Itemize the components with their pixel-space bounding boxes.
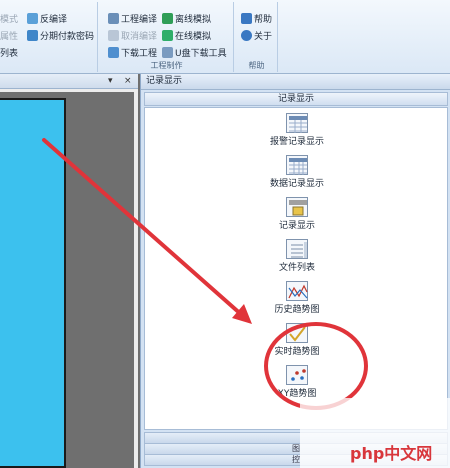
history-trend-icon bbox=[286, 281, 308, 301]
watermark-logo: php中文网 bbox=[350, 444, 433, 463]
password-icon bbox=[27, 30, 38, 41]
online-simulation-button[interactable]: 在线模拟 bbox=[162, 29, 211, 42]
offline-simulation-button[interactable]: 离线模拟 bbox=[162, 12, 211, 25]
realtime-trend-icon bbox=[286, 323, 308, 343]
mode-label: 模式 bbox=[0, 15, 19, 25]
close-icon[interactable]: × bbox=[124, 76, 132, 86]
data-record-label: 数据记录显示 bbox=[269, 179, 324, 189]
download-icon bbox=[108, 47, 119, 58]
editor-panel: ▾ × bbox=[0, 74, 138, 468]
tool-xy-trend[interactable]: XY趋势图 bbox=[145, 365, 449, 399]
list-button[interactable]: 列表 bbox=[0, 46, 18, 59]
editor-titlebar: ▾ × bbox=[0, 74, 138, 89]
history-trend-label: 历史趋势图 bbox=[274, 305, 320, 315]
toolbox-title: 记录显示 bbox=[141, 74, 450, 90]
compile-project-label: 工程编译 bbox=[121, 15, 158, 25]
ribbon-toolbar: 模式 反编译 属性 分期付款密码 列表 工程编译 离线模拟 取消编译 在线模拟 … bbox=[0, 0, 450, 74]
about-label: 关于 bbox=[254, 32, 273, 42]
screen-preview[interactable] bbox=[0, 98, 66, 468]
usb-icon bbox=[162, 47, 173, 58]
about-button[interactable]: 关于 bbox=[241, 29, 272, 42]
installment-password-button[interactable]: 分期付款密码 bbox=[27, 29, 94, 42]
xy-trend-icon bbox=[286, 365, 308, 385]
compile-project-button[interactable]: 工程编译 bbox=[108, 12, 157, 25]
record-display-icon bbox=[286, 197, 308, 217]
help-group-label: 帮助 bbox=[248, 61, 265, 70]
record-display-label: 记录显示 bbox=[278, 221, 315, 231]
usb-download-tool-label: U盘下载工具 bbox=[175, 49, 227, 59]
properties-button[interactable]: 属性 bbox=[0, 29, 18, 42]
cancel-compile-button[interactable]: 取消编译 bbox=[108, 29, 157, 42]
data-record-icon bbox=[286, 155, 308, 175]
ribbon-group-edit: 模式 反编译 属性 分期付款密码 列表 bbox=[0, 2, 98, 72]
help-button[interactable]: 帮助 bbox=[241, 12, 272, 25]
decompile-label: 反编译 bbox=[40, 15, 68, 25]
download-project-button[interactable]: 下载工程 bbox=[108, 46, 157, 59]
download-project-label: 下载工程 bbox=[121, 49, 158, 59]
alarm-record-label: 报警记录显示 bbox=[269, 137, 324, 147]
record-tool-list: 报警记录显示 数据记录显示 记录显示 文件列表 历史趋势图 实时趋势图 XY趋势… bbox=[144, 107, 448, 430]
cancel-compile-label: 取消编译 bbox=[121, 32, 158, 42]
usb-download-tool-button[interactable]: U盘下载工具 bbox=[162, 46, 227, 59]
help-label: 帮助 bbox=[254, 15, 273, 25]
tool-alarm-record[interactable]: 报警记录显示 bbox=[145, 113, 449, 147]
tool-history-trend[interactable]: 历史趋势图 bbox=[145, 281, 449, 315]
ribbon-group-project: 工程编译 离线模拟 取消编译 在线模拟 下载工程 U盘下载工具 工程制作 bbox=[100, 2, 234, 72]
file-list-label: 文件列表 bbox=[278, 263, 315, 273]
file-list-icon bbox=[286, 239, 308, 259]
offline-simulation-label: 离线模拟 bbox=[175, 15, 212, 25]
tool-data-record[interactable]: 数据记录显示 bbox=[145, 155, 449, 189]
online-sim-icon bbox=[162, 30, 173, 41]
ribbon-group-help: 帮助 关于 帮助 bbox=[236, 2, 278, 72]
record-section-header[interactable]: 记录显示 bbox=[144, 92, 448, 106]
list-label: 列表 bbox=[0, 49, 19, 59]
project-group-label: 工程制作 bbox=[150, 61, 183, 70]
offline-sim-icon bbox=[162, 13, 173, 24]
design-canvas[interactable] bbox=[0, 92, 134, 468]
info-icon bbox=[241, 30, 252, 41]
tool-file-list[interactable]: 文件列表 bbox=[145, 239, 449, 273]
properties-label: 属性 bbox=[0, 32, 19, 42]
cancel-compile-icon bbox=[108, 30, 119, 41]
realtime-trend-label: 实时趋势图 bbox=[274, 347, 320, 357]
help-icon bbox=[241, 13, 252, 24]
mode-button[interactable]: 模式 bbox=[0, 12, 18, 25]
compile-icon bbox=[108, 13, 119, 24]
tool-realtime-trend[interactable]: 实时趋势图 bbox=[145, 323, 449, 357]
online-simulation-label: 在线模拟 bbox=[175, 32, 212, 42]
alarm-record-icon bbox=[286, 113, 308, 133]
installment-password-label: 分期付款密码 bbox=[40, 32, 95, 42]
decompile-button[interactable]: 反编译 bbox=[27, 12, 67, 25]
decompile-icon bbox=[27, 13, 38, 24]
tool-record-display[interactable]: 记录显示 bbox=[145, 197, 449, 231]
pin-icon[interactable]: ▾ bbox=[108, 76, 113, 86]
